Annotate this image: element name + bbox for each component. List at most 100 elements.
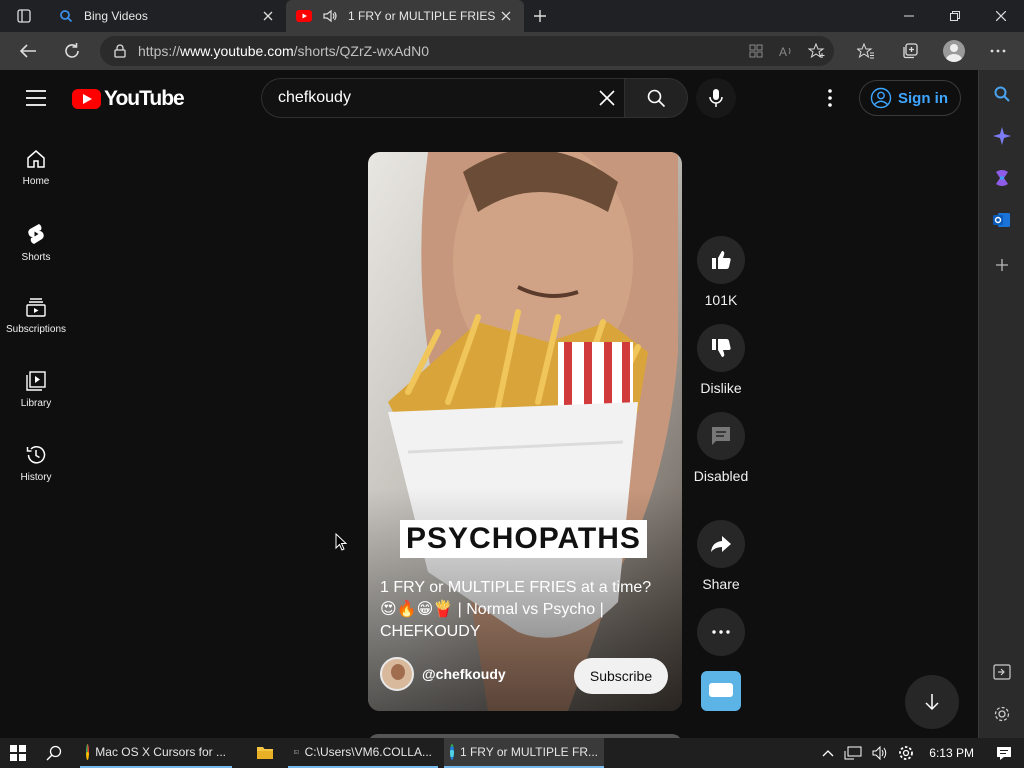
back-button[interactable] <box>8 35 48 67</box>
taskbar-app-chrome[interactable]: Mac OS X Cursors for ... <box>80 738 232 768</box>
taskbar-app-file-explorer[interactable] <box>246 738 284 768</box>
hamburger-icon <box>26 90 46 106</box>
home-icon <box>27 150 45 168</box>
show-hidden-icons-button[interactable] <box>817 738 839 768</box>
network-icon <box>844 746 862 760</box>
tab-title: 1 FRY or MULTIPLE FRIES at <box>348 9 498 23</box>
search-input[interactable] <box>278 89 578 107</box>
subscribe-button[interactable]: Subscribe <box>574 658 668 694</box>
add-sidebar-app-icon[interactable] <box>990 253 1014 277</box>
outlook-icon[interactable] <box>990 208 1014 232</box>
nav-item-history[interactable]: History <box>0 422 72 496</box>
hide-sidebar-icon[interactable] <box>990 660 1014 684</box>
copilot-sparkle-icon[interactable] <box>990 124 1014 148</box>
tab-bing-videos[interactable]: Bing Videos <box>48 0 286 32</box>
close-tab-icon[interactable] <box>260 8 276 24</box>
sidebar-settings-icon[interactable] <box>990 702 1014 726</box>
voice-search-button[interactable] <box>696 78 736 118</box>
restore-button[interactable] <box>932 0 978 32</box>
comments-action: Disabled <box>694 412 748 486</box>
microphone-icon <box>709 89 723 107</box>
app-available-icon[interactable] <box>748 43 764 59</box>
more-action <box>697 608 745 656</box>
thumbs-down-icon <box>712 339 731 357</box>
dislike-button[interactable] <box>697 324 745 372</box>
taskbar-app-label: C:\Users\VM6.COLLA... <box>304 745 432 759</box>
refresh-button[interactable] <box>52 35 92 67</box>
tab-title: Bing Videos <box>84 9 148 23</box>
collections-button[interactable] <box>888 35 932 67</box>
address-bar[interactable]: https://www.youtube.com/shorts/QZrZ-wxAd… <box>100 36 834 66</box>
short-title[interactable]: 1 FRY or MULTIPLE FRIES at a time?😍🔥😁🍟 |… <box>380 577 665 643</box>
comments-button[interactable] <box>697 412 745 460</box>
taskbar-app-edge[interactable]: 1 FRY or MULTIPLE FR... <box>444 738 604 768</box>
notifications-button[interactable] <box>984 738 1024 768</box>
thumbs-up-icon <box>712 251 731 269</box>
nav-label: Subscriptions <box>5 324 67 335</box>
volume-icon <box>872 746 887 760</box>
dislike-action: Dislike <box>697 324 745 398</box>
subscriptions-icon <box>26 298 46 317</box>
address-bar-icons: A <box>748 36 826 66</box>
short-video-player[interactable]: PSYCHOPATHS 1 FRY or MULTIPLE FRIES at a… <box>368 152 682 711</box>
like-action: 101K <box>697 236 745 310</box>
taskbar-app-terminal[interactable]: C:\Users\VM6.COLLA... <box>288 738 438 768</box>
clock[interactable]: 6:13 PM <box>919 738 984 768</box>
speaker-icon[interactable] <box>322 8 338 24</box>
library-icon <box>26 371 46 391</box>
taskbar-app-label: 1 FRY or MULTIPLE FR... <box>459 745 598 759</box>
sound-thumbnail[interactable] <box>701 671 741 711</box>
close-window-button[interactable] <box>978 0 1024 32</box>
new-tab-button[interactable] <box>524 0 556 32</box>
tab-youtube-short[interactable]: 1 FRY or MULTIPLE FRIES at <box>286 0 524 32</box>
youtube-logo[interactable]: YouTube <box>72 87 185 111</box>
network-button[interactable] <box>839 738 867 768</box>
channel-name[interactable]: @chefkoudy <box>422 666 506 682</box>
system-tray: 6:13 PM <box>817 738 1024 768</box>
account-icon <box>870 87 892 109</box>
favorites-button[interactable] <box>844 35 888 67</box>
like-count: 101K <box>704 292 738 308</box>
lock-icon[interactable] <box>114 44 126 58</box>
settings-button[interactable] <box>893 738 919 768</box>
clear-search-button[interactable] <box>596 87 618 109</box>
dislike-label: Dislike <box>700 380 742 396</box>
search-button[interactable] <box>624 78 688 118</box>
nav-label: Library <box>20 398 52 409</box>
channel-avatar[interactable] <box>380 657 414 691</box>
settings-more-button[interactable] <box>818 86 842 110</box>
taskbar-search-button[interactable] <box>36 738 72 768</box>
history-icon <box>26 446 46 464</box>
sign-in-label: Sign in <box>898 89 948 107</box>
minimize-button[interactable] <box>886 0 932 32</box>
nav-label: Shorts <box>21 252 51 263</box>
more-actions-button[interactable] <box>697 608 745 656</box>
like-button[interactable] <box>697 236 745 284</box>
nav-item-subscriptions[interactable]: Subscriptions <box>0 274 72 348</box>
url-text: https://www.youtube.com/shorts/QZrZ-wxAd… <box>138 43 429 59</box>
gear-icon <box>899 746 914 760</box>
read-aloud-icon[interactable]: A <box>778 43 794 59</box>
profile-button[interactable] <box>932 35 976 67</box>
close-icon <box>599 90 615 106</box>
start-button[interactable] <box>0 738 36 768</box>
volume-button[interactable] <box>867 738 893 768</box>
add-favorite-icon[interactable] <box>808 43 826 59</box>
next-short-button[interactable] <box>905 675 959 729</box>
close-tab-icon[interactable] <box>498 8 514 24</box>
nav-item-library[interactable]: Library <box>0 348 72 422</box>
more-horizontal-icon <box>712 630 730 634</box>
windows-logo-icon <box>10 745 26 761</box>
sign-in-button[interactable]: Sign in <box>859 80 961 116</box>
copilot-icon[interactable] <box>990 166 1014 190</box>
search-icon <box>46 745 62 761</box>
nav-item-home[interactable]: Home <box>0 126 72 200</box>
share-button[interactable] <box>697 520 745 568</box>
settings-menu-button[interactable] <box>976 35 1020 67</box>
menu-button[interactable] <box>24 88 48 108</box>
tab-actions-button[interactable] <box>0 0 48 32</box>
favorites-icon <box>857 43 874 59</box>
comment-icon <box>712 427 730 445</box>
nav-item-shorts[interactable]: Shorts <box>0 200 72 274</box>
sidebar-search-icon[interactable] <box>990 82 1014 106</box>
